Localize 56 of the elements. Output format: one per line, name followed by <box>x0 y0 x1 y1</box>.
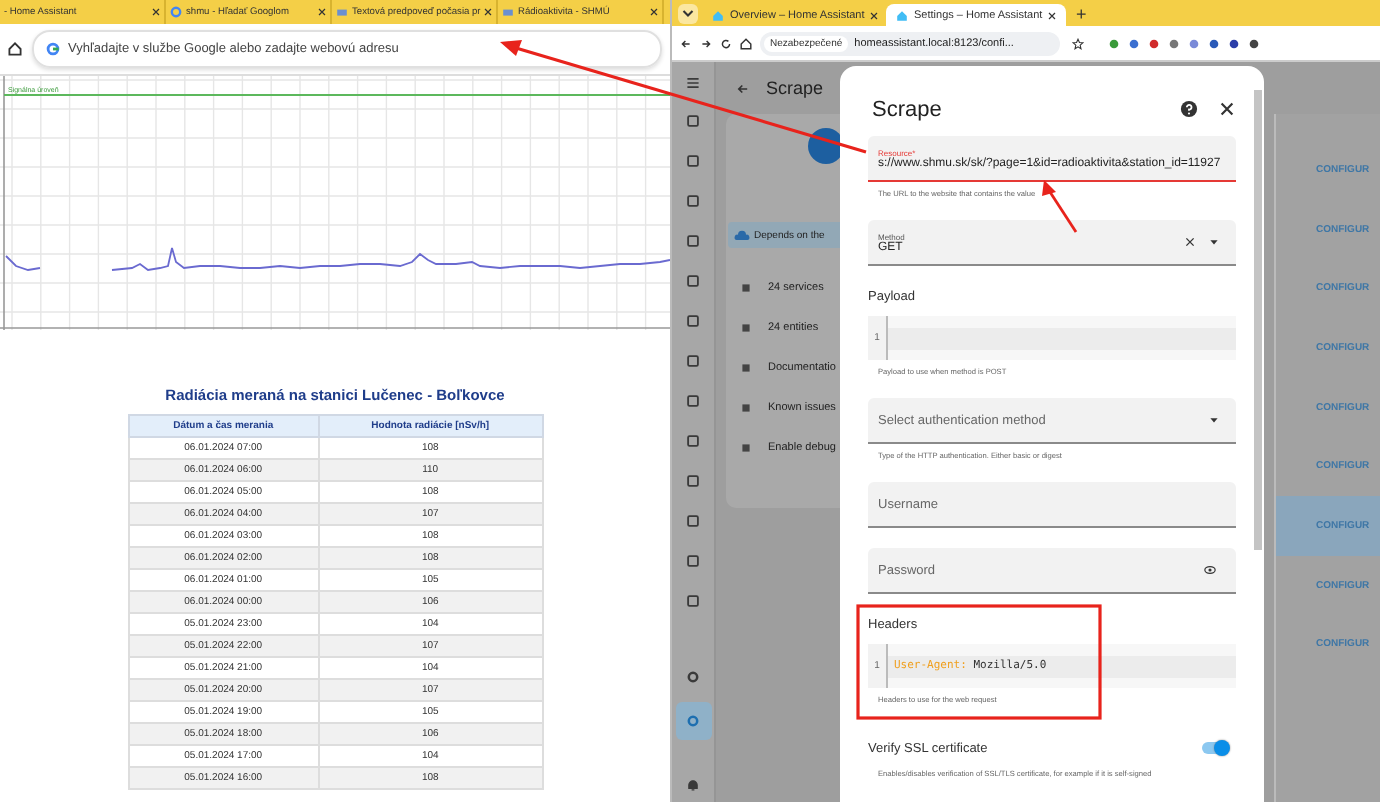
home-icon[interactable] <box>8 42 22 56</box>
square-icon <box>686 474 700 488</box>
square-icon <box>686 394 700 408</box>
clear-icon[interactable] <box>1184 236 1196 248</box>
square-icon <box>740 362 752 374</box>
google-icon <box>170 6 182 18</box>
close-icon[interactable] <box>318 8 326 16</box>
close-icon[interactable] <box>650 8 658 16</box>
cloud-icon <box>734 229 750 241</box>
square-icon <box>686 554 700 568</box>
square-icon <box>686 274 700 288</box>
caret-icon[interactable] <box>1208 414 1220 426</box>
toggle-switch[interactable] <box>1202 742 1228 754</box>
square-icon <box>686 594 700 608</box>
home-icon[interactable] <box>740 37 752 49</box>
bell-icon[interactable] <box>686 778 700 792</box>
square-icon <box>686 154 700 168</box>
reload-icon[interactable] <box>720 37 732 49</box>
square-icon <box>686 234 700 248</box>
square-icon <box>740 322 752 334</box>
dialog-title: Scrape <box>870 97 944 121</box>
scrollbar[interactable] <box>1254 90 1262 550</box>
menu-icon[interactable] <box>686 76 700 90</box>
back-icon[interactable] <box>680 37 692 49</box>
square-icon <box>686 314 700 328</box>
back-arrow-icon[interactable] <box>736 81 750 95</box>
square-icon <box>686 114 700 128</box>
square-icon <box>686 354 700 368</box>
close-icon[interactable] <box>1048 11 1057 19</box>
square-icon <box>686 434 700 448</box>
square-icon <box>740 282 752 294</box>
close-icon[interactable] <box>1218 100 1236 118</box>
page-icon <box>502 6 514 18</box>
google-icon <box>46 42 60 56</box>
ring-icon <box>686 670 700 684</box>
square-icon <box>686 194 700 208</box>
square-icon <box>686 514 700 528</box>
ring-icon <box>686 714 700 728</box>
house-icon <box>896 9 908 21</box>
star-icon[interactable] <box>1072 37 1084 49</box>
help-icon[interactable] <box>1180 100 1198 118</box>
eye-icon[interactable] <box>1204 564 1216 576</box>
close-icon[interactable] <box>870 11 879 19</box>
chevron-down-icon <box>682 7 694 19</box>
page-title: Scrape <box>766 78 824 98</box>
tab-list-button[interactable] <box>678 3 698 23</box>
house-icon <box>712 9 724 21</box>
new-tab-button[interactable]: + <box>1070 4 1093 26</box>
page-icon <box>336 6 348 18</box>
close-icon[interactable] <box>152 8 160 16</box>
annotation-arrow <box>1042 180 1078 233</box>
square-icon <box>740 402 752 414</box>
square-icon <box>740 442 752 454</box>
caret-icon[interactable] <box>1208 236 1220 248</box>
close-icon[interactable] <box>484 8 493 16</box>
forward-icon[interactable] <box>700 37 712 49</box>
